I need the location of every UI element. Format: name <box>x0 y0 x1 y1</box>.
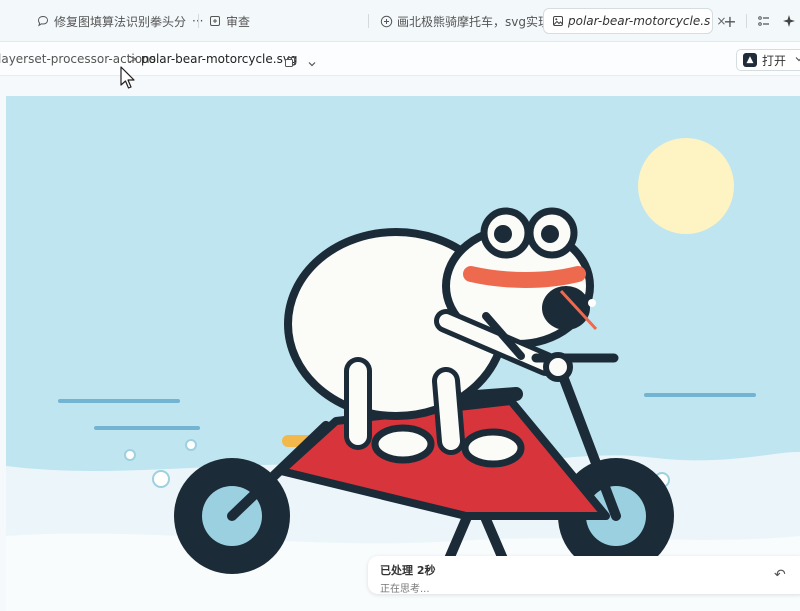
tab-review-label: 审查 <box>226 14 251 29</box>
bear-foot <box>371 424 435 464</box>
bear-foot <box>461 428 525 468</box>
polar-bear-illustration <box>6 96 800 611</box>
tab-file-label: polar-bear-motorcycle.s <box>568 14 711 28</box>
open-with-button[interactable]: ▲ 打开 <box>736 49 800 71</box>
list-view-icon[interactable] <box>753 10 775 32</box>
bear-paw <box>543 352 573 382</box>
copy-path-icon[interactable] <box>284 53 296 72</box>
chat-bubble-icon <box>36 14 50 28</box>
mouse-cursor-icon <box>120 66 136 94</box>
open-label: 打开 <box>762 53 787 68</box>
undo-icon[interactable]: ↶ <box>774 567 786 583</box>
add-circle-icon <box>379 14 393 28</box>
sun <box>638 138 734 234</box>
tab-divider <box>746 14 747 28</box>
snow-particle <box>152 470 170 488</box>
tab-divider <box>198 14 199 28</box>
tab-chat[interactable]: 修复图填算法识别拳头分 ··· <box>36 8 203 34</box>
tab-chat-label: 修复图填算法识别拳头分 <box>54 14 187 29</box>
tab-prompt-label: 画北极熊骑摩托车，svg实现 <box>397 14 550 29</box>
bear-pupil <box>541 225 559 243</box>
svg-preview-canvas <box>6 96 800 611</box>
status-title: 已处理 2秒 <box>380 564 436 577</box>
bear-front-leg <box>437 372 460 450</box>
bear-nose <box>542 286 590 330</box>
chevron-down-icon[interactable] <box>307 54 317 73</box>
status-panel: 已处理 2秒 正在思考... ↶ <box>368 556 800 595</box>
sparkle-icon[interactable] <box>778 10 800 32</box>
open-chevron-icon <box>794 53 800 67</box>
review-icon <box>208 14 222 28</box>
bear-pupil <box>494 225 512 243</box>
tab-prompt[interactable]: 画北极熊骑摩托车，svg实现 <box>379 8 550 34</box>
new-tab-button[interactable]: + <box>719 10 741 32</box>
breadcrumb-separator: > <box>128 52 139 66</box>
tab-review[interactable]: 审查 <box>208 8 250 34</box>
tab-svg-file[interactable]: polar-bear-motorcycle.s × <box>543 8 726 34</box>
tab-bar: 修复图填算法识别拳头分 ··· 审查 画北极熊骑摩托车，svg实现 polar-… <box>0 0 800 42</box>
status-subtitle: 正在思考... <box>380 584 430 595</box>
bear-scarf <box>463 266 586 288</box>
snow-particle <box>124 449 136 461</box>
breadcrumb-file[interactable]: polar-bear-motorcycle.svg <box>141 52 298 66</box>
snow-particle <box>185 439 197 451</box>
image-file-icon <box>552 14 564 28</box>
tab-divider <box>368 14 369 28</box>
nose-shine <box>588 299 596 307</box>
app-logo-icon: ▲ <box>743 53 757 67</box>
